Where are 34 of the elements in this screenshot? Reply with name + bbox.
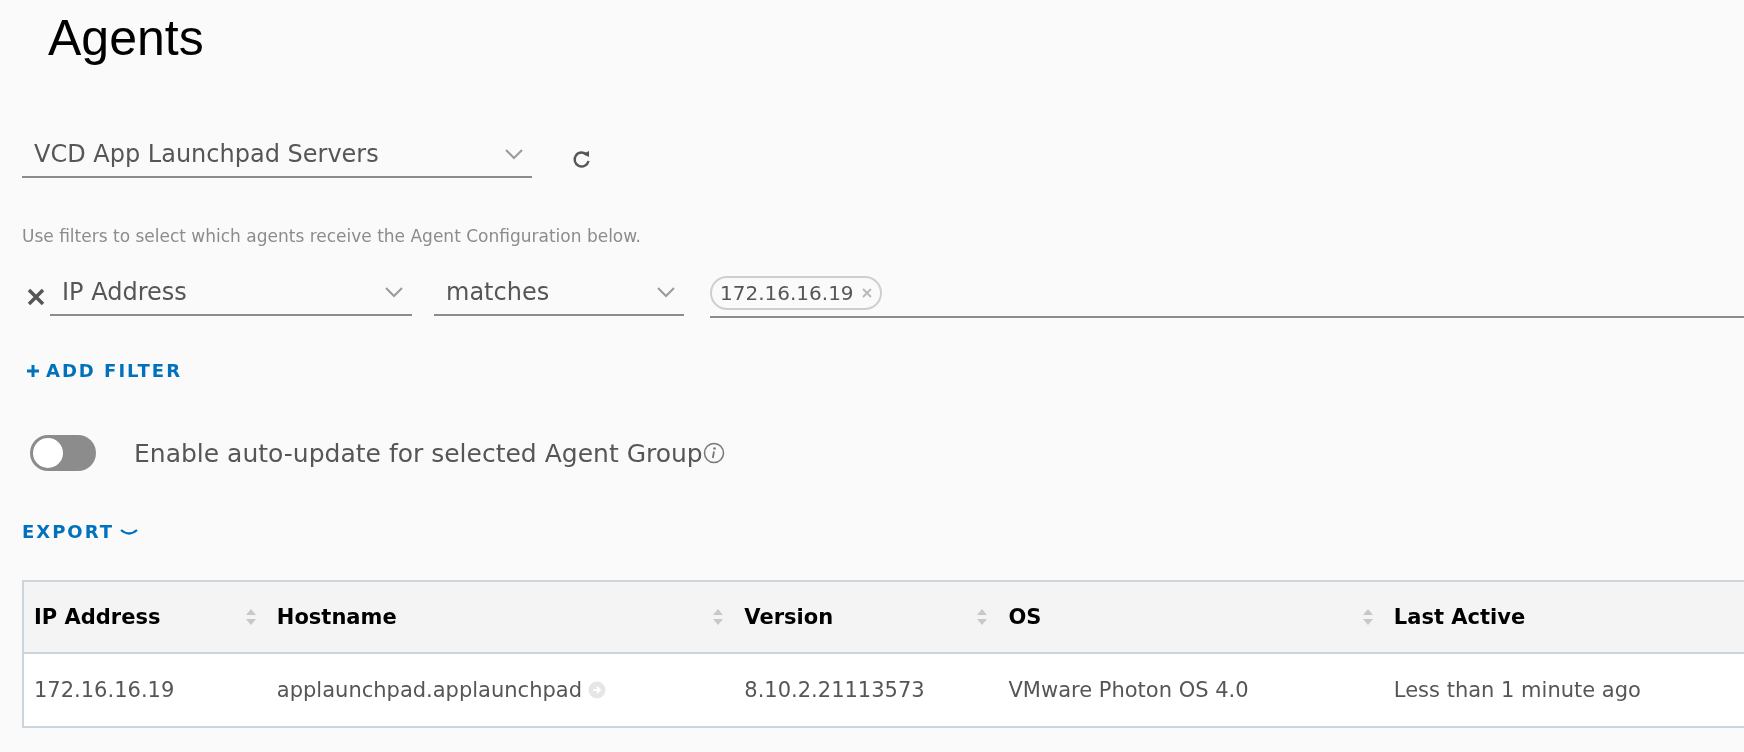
table-cell: Less than 1 minute ago <box>1383 653 1744 727</box>
sort-icon[interactable] <box>1361 607 1374 627</box>
column-header[interactable]: Version <box>734 581 999 653</box>
remove-filter-icon[interactable] <box>26 287 46 307</box>
auto-update-toggle[interactable] <box>30 435 96 471</box>
table-cell: VMware Photon OS 4.0 <box>998 653 1384 727</box>
agent-group-select[interactable]: VCD App Launchpad Servers <box>22 140 532 178</box>
value-chip[interactable]: 172.16.16.19 <box>710 276 882 310</box>
chevron-down-icon <box>120 526 138 537</box>
table-cell: applaunchpad.applaunchpad <box>266 653 735 727</box>
filter-operator-select[interactable]: matches <box>434 278 684 316</box>
chevron-down-icon <box>384 286 404 298</box>
refresh-icon[interactable] <box>572 149 592 169</box>
chevron-down-icon <box>504 148 524 160</box>
page-title: Agents <box>48 9 205 68</box>
sort-icon[interactable] <box>244 607 257 627</box>
column-header[interactable]: Hostname <box>266 581 735 653</box>
filter-hint: Use filters to select which agents receive the Agent Configuration below. <box>22 226 642 246</box>
column-header[interactable]: OS <box>998 581 1384 653</box>
arrow-circle-icon[interactable] <box>588 681 606 699</box>
table-cell: 172.16.16.19 <box>23 653 267 727</box>
info-icon[interactable] <box>702 442 725 464</box>
export-button[interactable]: EXPORT <box>22 521 138 542</box>
chevron-down-icon <box>656 286 676 298</box>
sort-icon[interactable] <box>712 607 725 627</box>
column-header[interactable]: IP Address <box>23 581 267 653</box>
filter-field-select[interactable]: IP Address <box>50 278 412 316</box>
auto-update-label: Enable auto-update for selected Agent Group <box>134 438 703 468</box>
sort-icon[interactable] <box>976 607 989 627</box>
column-header[interactable]: Last Active <box>1383 581 1744 653</box>
close-icon[interactable] <box>861 288 872 298</box>
add-filter-button[interactable]: ADD FILTER <box>26 360 182 381</box>
table-cell: 8.10.2.21113573 <box>734 653 999 727</box>
plus-icon <box>26 363 40 378</box>
